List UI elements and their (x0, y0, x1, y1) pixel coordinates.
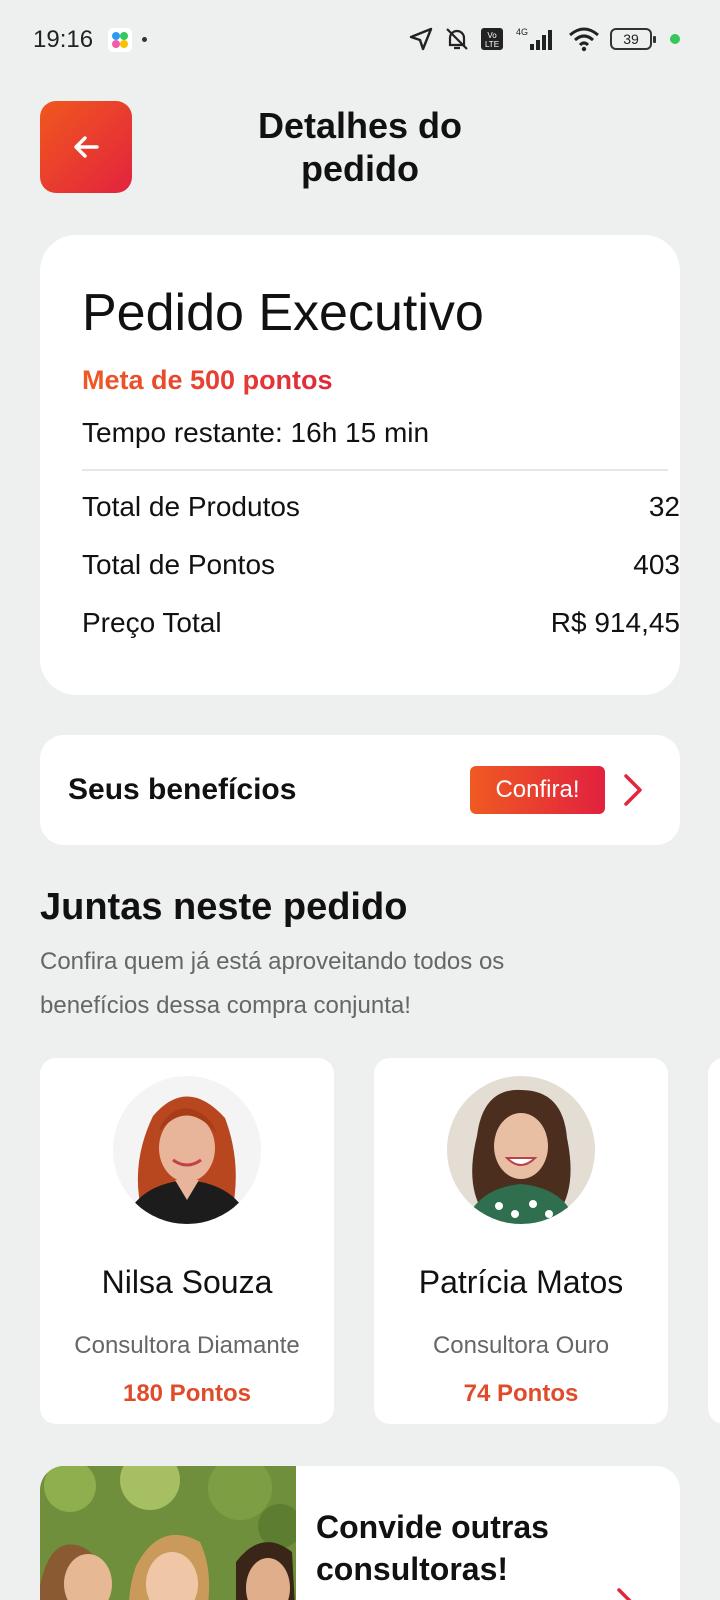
participant-points: 180 Pontos (122, 1380, 252, 1407)
avatar (113, 1076, 261, 1224)
participant-card-partial[interactable] (708, 1058, 720, 1424)
summary-row-points: Total de Pontos 403 (82, 549, 680, 581)
participant-card[interactable]: Patrícia Matos Consultora Ouro 74 Pontos (374, 1058, 668, 1424)
back-button[interactable] (40, 101, 132, 193)
page-title: Detalhes do pedido (257, 105, 463, 189)
participant-name: Patrícia Matos (418, 1264, 624, 1300)
participant-role: Consultora Ouro (432, 1332, 610, 1359)
app-notification-icon (108, 28, 132, 52)
time-remaining: Tempo restante: 16h 15 min (82, 417, 430, 448)
chevron-right-icon[interactable] (622, 772, 644, 808)
order-details-screen: 19:16 Vo LTE 4G 39 Detalhes do pedido Pe… (0, 0, 720, 1600)
participant-card[interactable]: Nilsa Souza Consultora Diamante 180 Pont… (40, 1058, 334, 1424)
summary-row-value: R$ 914,45 (550, 607, 680, 638)
participants-subtitle: Confira quem já está aproveitando todos … (40, 948, 505, 1019)
invite-text: Convide outras consultoras! (316, 1509, 549, 1587)
svg-text:Vo: Vo (487, 31, 497, 40)
summary-row-price: Preço Total R$ 914,45 (82, 607, 680, 639)
order-goal: Meta de 500 pontos (82, 365, 333, 395)
summary-row-label: Total de Produtos (82, 491, 300, 522)
summary-divider (82, 469, 668, 471)
avatar (447, 1076, 595, 1224)
arrow-left-icon (74, 136, 99, 158)
status-bar: 19:16 Vo LTE 4G 39 (0, 0, 720, 84)
status-icons: Vo LTE 4G 39 (408, 24, 680, 54)
summary-row-value: 32 (648, 491, 680, 522)
summary-row-value: 403 (633, 549, 680, 580)
invite-card[interactable]: Convide outras consultoras! (40, 1466, 680, 1600)
invite-photo (40, 1466, 302, 1600)
participant-name: Nilsa Souza (101, 1264, 273, 1300)
summary-row-label: Total de Pontos (82, 549, 276, 580)
signal-4g-icon: 4G (514, 26, 558, 52)
participant-role: Consultora Diamante (74, 1332, 300, 1359)
benefits-label: Seus benefícios (68, 773, 297, 806)
summary-row-products: Total de Produtos 32 (82, 491, 680, 523)
privacy-indicator-dot (670, 34, 680, 44)
confira-button[interactable]: Confira! (470, 766, 605, 814)
summary-row-label: Preço Total (82, 607, 222, 638)
location-icon (408, 26, 434, 52)
notification-dot (142, 37, 147, 42)
battery-icon: 39 (610, 28, 656, 50)
volte-icon: Vo LTE (480, 27, 504, 51)
svg-text:4G: 4G (516, 27, 528, 37)
benefits-row[interactable]: Seus benefícios Confira! (40, 735, 680, 845)
chevron-right-icon[interactable] (615, 1586, 645, 1600)
participants-title: Juntas neste pedido (40, 886, 408, 928)
status-time: 19:16 (33, 26, 94, 53)
bell-off-icon (444, 26, 470, 52)
order-name: Pedido Executivo (82, 284, 484, 342)
wifi-icon (568, 26, 600, 52)
order-summary-card: Pedido Executivo Meta de 500 pontos Temp… (40, 235, 680, 695)
participant-points: 74 Pontos (463, 1380, 579, 1407)
svg-text:LTE: LTE (485, 40, 499, 49)
